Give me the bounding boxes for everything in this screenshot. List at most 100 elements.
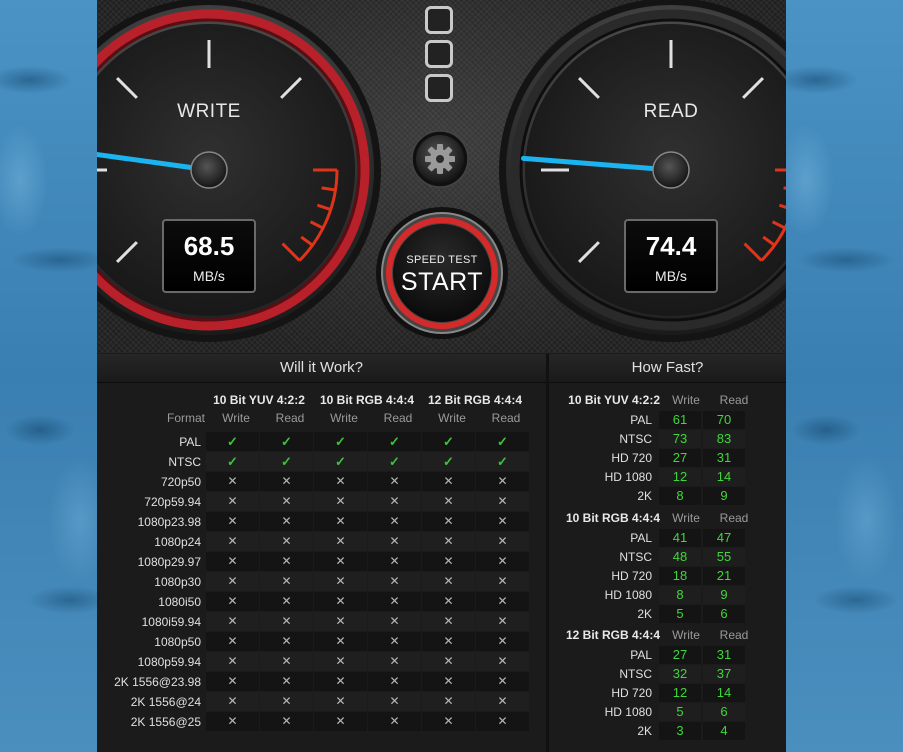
cross-icon: ✕ bbox=[314, 612, 367, 631]
how-fast-block-title: 12 Bit RGB 4:4:4 bbox=[565, 628, 660, 642]
cross-icon: ✕ bbox=[368, 492, 421, 511]
how-fast-format: HD 1080 bbox=[604, 588, 652, 602]
how-fast-row: PAL 41 47 bbox=[557, 529, 777, 548]
format-name: 2K 1556@25 bbox=[130, 715, 201, 729]
cross-icon: ✕ bbox=[260, 612, 313, 631]
cross-icon: ✕ bbox=[368, 572, 421, 591]
gauge-panel: WRITE READ 68.5 MB/s 74.4 MB/s SPEED TES… bbox=[97, 0, 786, 353]
cross-icon: ✕ bbox=[206, 472, 259, 491]
settings-button[interactable] bbox=[411, 130, 469, 188]
cross-icon: ✕ bbox=[314, 692, 367, 711]
cross-icon: ✕ bbox=[260, 492, 313, 511]
how-fast-write-fps: 12 bbox=[659, 468, 701, 486]
how-fast-read-fps: 47 bbox=[703, 529, 745, 547]
format-name: 1080p59.94 bbox=[137, 655, 201, 669]
how-fast-format: NTSC bbox=[619, 432, 652, 446]
how-fast-read-fps: 4 bbox=[703, 722, 745, 740]
cross-icon: ✕ bbox=[260, 632, 313, 651]
work-table-row: 2K 1556@24 ✕ ✕ ✕ ✕ ✕ ✕ bbox=[105, 692, 532, 712]
window-menu-button-2[interactable] bbox=[425, 40, 453, 68]
read-speed-unit: MB/s bbox=[655, 268, 687, 284]
cross-icon: ✕ bbox=[476, 572, 529, 591]
how-fast-format: 2K bbox=[637, 489, 652, 503]
cross-icon: ✕ bbox=[368, 532, 421, 551]
cross-icon: ✕ bbox=[368, 552, 421, 571]
how-fast-read-fps: 37 bbox=[703, 665, 745, 683]
check-icon: ✓ bbox=[476, 432, 529, 451]
work-group-header-2: 10 Bit RGB 4:4:4 bbox=[319, 393, 415, 407]
read-gauge-label: READ bbox=[643, 101, 699, 122]
how-fast-block-header: 12 Bit RGB 4:4:4 Write Read bbox=[557, 624, 777, 646]
cross-icon: ✕ bbox=[422, 712, 475, 731]
how-fast-col-write: Write bbox=[672, 393, 700, 407]
work-table-row: 1080i50 ✕ ✕ ✕ ✕ ✕ ✕ bbox=[105, 592, 532, 612]
start-button-text[interactable]: SPEED TEST START bbox=[398, 254, 486, 297]
how-fast-read-fps: 31 bbox=[703, 646, 745, 664]
work-table-row: 1080p50 ✕ ✕ ✕ ✕ ✕ ✕ bbox=[105, 632, 532, 652]
background-left bbox=[0, 0, 100, 752]
how-fast-write-fps: 5 bbox=[659, 703, 701, 721]
work-subheader-read: Read bbox=[491, 411, 521, 425]
cross-icon: ✕ bbox=[368, 592, 421, 611]
cross-icon: ✕ bbox=[476, 472, 529, 491]
how-fast-col-read: Read bbox=[719, 628, 749, 642]
how-fast-row: HD 1080 8 9 bbox=[557, 586, 777, 605]
work-table-row: NTSC ✓ ✓ ✓ ✓ ✓ ✓ bbox=[105, 452, 532, 472]
cross-icon: ✕ bbox=[206, 532, 259, 551]
cross-icon: ✕ bbox=[422, 692, 475, 711]
how-fast-format: NTSC bbox=[619, 550, 652, 564]
how-fast-row: NTSC 48 55 bbox=[557, 548, 777, 567]
how-fast-write-fps: 5 bbox=[659, 605, 701, 623]
window-menu-button-1[interactable] bbox=[425, 6, 453, 34]
how-fast-read-fps: 70 bbox=[703, 411, 745, 429]
how-fast-row: NTSC 73 83 bbox=[557, 430, 777, 449]
how-fast-row: 2K 8 9 bbox=[557, 487, 777, 506]
format-name: 1080i50 bbox=[158, 595, 201, 609]
cross-icon: ✕ bbox=[206, 572, 259, 591]
check-icon: ✓ bbox=[314, 452, 367, 471]
how-fast-col-write: Write bbox=[672, 628, 700, 642]
format-name: 1080p24 bbox=[154, 535, 201, 549]
cross-icon: ✕ bbox=[206, 592, 259, 611]
write-needle-hub bbox=[190, 151, 228, 189]
how-fast-write-fps: 27 bbox=[659, 449, 701, 467]
work-table-row: 1080p24 ✕ ✕ ✕ ✕ ✕ ✕ bbox=[105, 532, 532, 552]
how-fast-format: NTSC bbox=[619, 667, 652, 681]
will-it-work-title: Will it Work? bbox=[97, 354, 546, 383]
work-subheader-write: Write bbox=[438, 411, 466, 425]
write-gauge-label: WRITE bbox=[177, 101, 241, 122]
cross-icon: ✕ bbox=[260, 572, 313, 591]
how-fast-format: HD 1080 bbox=[604, 470, 652, 484]
cross-icon: ✕ bbox=[422, 572, 475, 591]
cross-icon: ✕ bbox=[260, 532, 313, 551]
write-speed-unit: MB/s bbox=[193, 268, 225, 284]
how-fast-read-fps: 14 bbox=[703, 684, 745, 702]
cross-icon: ✕ bbox=[260, 692, 313, 711]
how-fast-block-title: 10 Bit RGB 4:4:4 bbox=[565, 511, 660, 525]
cross-icon: ✕ bbox=[422, 592, 475, 611]
how-fast-write-fps: 48 bbox=[659, 548, 701, 566]
how-fast-format: HD 720 bbox=[611, 686, 652, 700]
will-it-work-table: PAL ✓ ✓ ✓ ✓ ✓ ✓ NTSC ✓ ✓ ✓ ✓ ✓ ✓ 720p50 ✕ ✕ ✕ ✕ ✕ ✕ 720p59.94… bbox=[105, 432, 532, 732]
format-name: 1080p23.98 bbox=[137, 515, 201, 529]
how-fast-block-header: 10 Bit YUV 4:2:2 Write Read bbox=[557, 389, 777, 411]
write-speed-value: 68.5 bbox=[183, 231, 235, 261]
format-name: PAL bbox=[179, 435, 201, 449]
format-name: 720p50 bbox=[160, 475, 201, 489]
cross-icon: ✕ bbox=[422, 632, 475, 651]
cross-icon: ✕ bbox=[476, 632, 529, 651]
how-fast-row: HD 720 18 21 bbox=[557, 567, 777, 586]
start-button-label: START bbox=[400, 268, 484, 296]
work-table-row: 1080i59.94 ✕ ✕ ✕ ✕ ✕ ✕ bbox=[105, 612, 532, 632]
cross-icon: ✕ bbox=[260, 712, 313, 731]
how-fast-format: HD 720 bbox=[611, 569, 652, 583]
how-fast-format: HD 720 bbox=[611, 451, 652, 465]
cross-icon: ✕ bbox=[368, 712, 421, 731]
how-fast-title: How Fast? bbox=[549, 354, 786, 383]
cross-icon: ✕ bbox=[476, 692, 529, 711]
work-table-row: 720p59.94 ✕ ✕ ✕ ✕ ✕ ✕ bbox=[105, 492, 532, 512]
cross-icon: ✕ bbox=[476, 592, 529, 611]
check-icon: ✓ bbox=[476, 452, 529, 471]
how-fast-read-fps: 6 bbox=[703, 605, 745, 623]
window-menu-button-3[interactable] bbox=[425, 74, 453, 102]
